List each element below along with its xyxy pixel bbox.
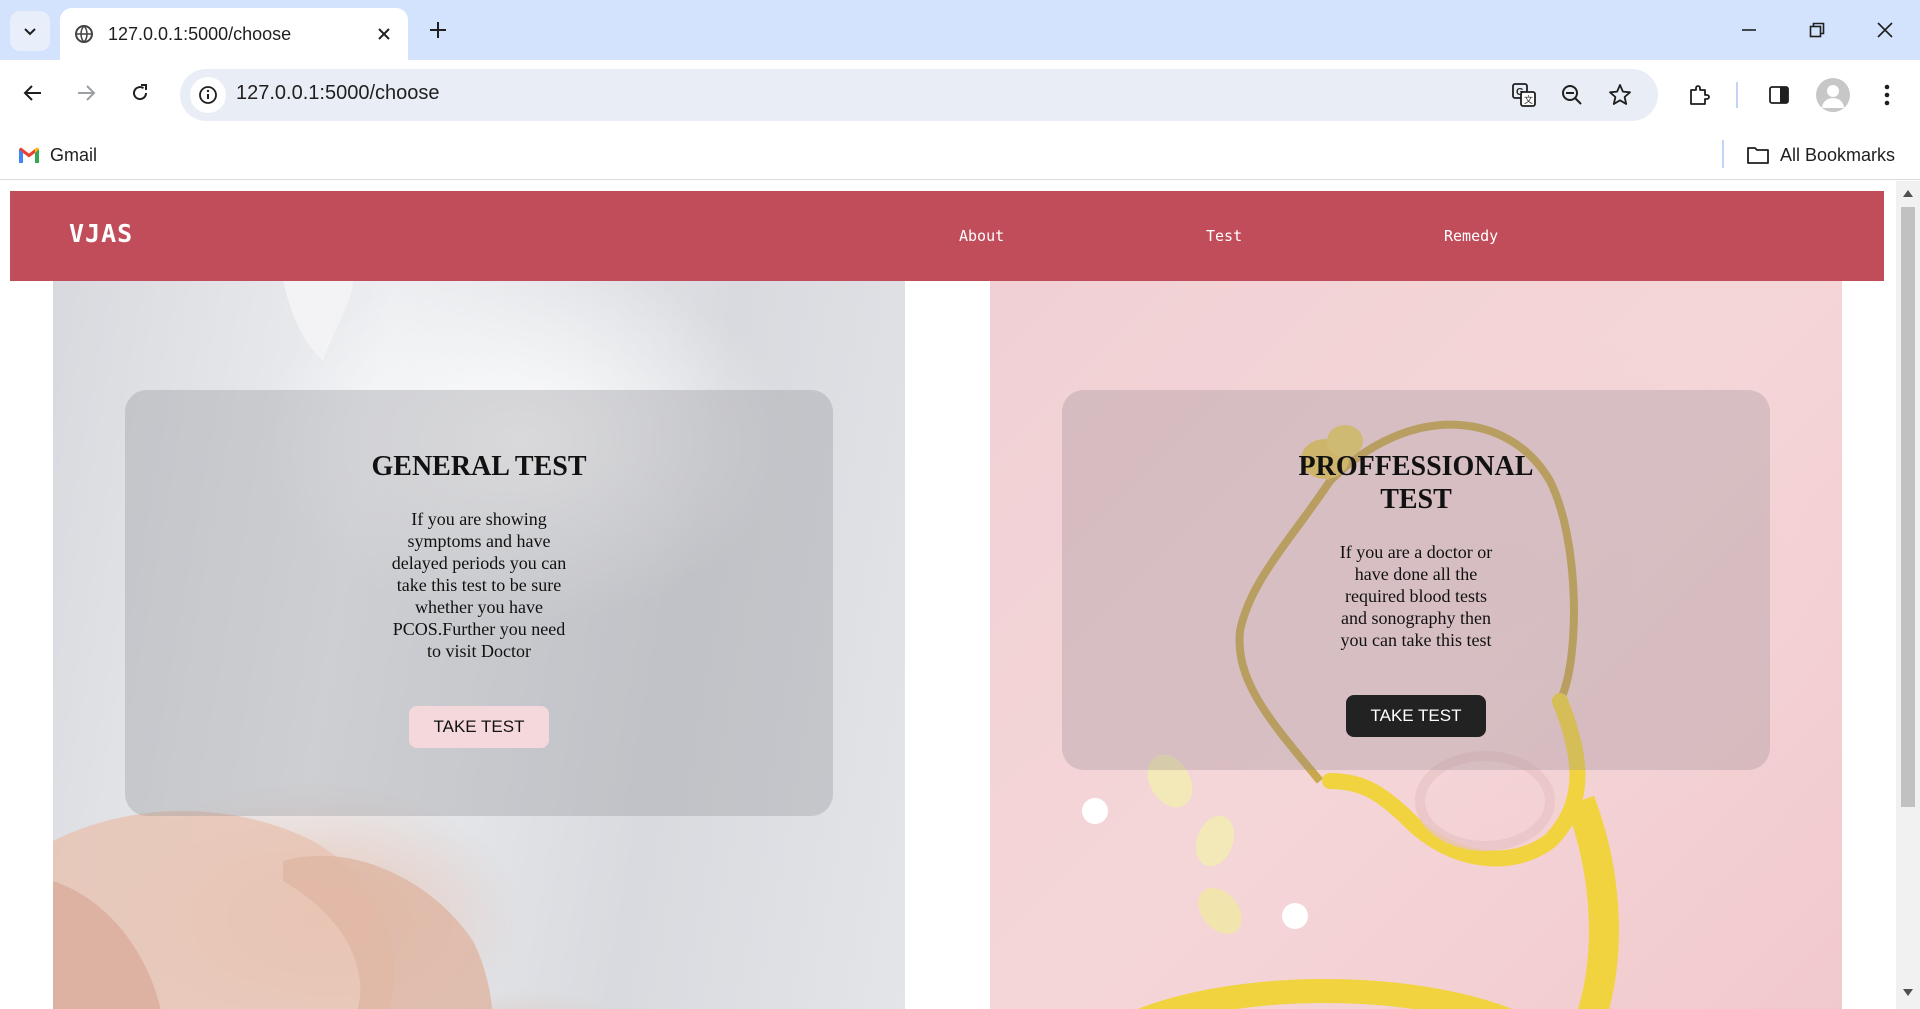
general-test-description: If you are showing symptoms and have del… <box>391 509 567 661</box>
scroll-up-arrow-icon[interactable] <box>1902 187 1914 199</box>
general-take-test-button[interactable]: TAKE TEST <box>409 706 549 748</box>
scrollbar-thumb[interactable] <box>1901 207 1915 807</box>
all-bookmarks-label: All Bookmarks <box>1780 144 1896 165</box>
bookmarks-separator <box>1722 140 1724 168</box>
scroll-down-arrow-icon[interactable] <box>1902 987 1914 999</box>
page-viewport: VJAS About Test Remedy GENERAL TEST If y… <box>0 181 1920 1009</box>
professional-test-description: If you are a doctor or have done all the… <box>1339 542 1493 650</box>
site-header: VJAS About Test Remedy <box>10 191 1884 281</box>
professional-take-test-button[interactable]: TAKE TEST <box>1346 695 1486 737</box>
restore-button[interactable] <box>1792 12 1842 48</box>
translate-icon[interactable]: G文 <box>1508 79 1540 111</box>
general-test-title: GENERAL TEST <box>371 451 587 482</box>
menu-kebab-icon[interactable] <box>1870 78 1904 112</box>
tab-search-button[interactable] <box>10 11 50 51</box>
general-test-card: GENERAL TEST If you are showing symptoms… <box>125 390 833 816</box>
bookmark-gmail-label: Gmail <box>50 144 98 165</box>
restore-icon <box>1809 22 1825 38</box>
tab-title: 127.0.0.1:5000/choose <box>108 23 292 44</box>
tab-strip: 127.0.0.1:5000/choose <box>0 0 1920 60</box>
bookmarks-bar: Gmail All Bookmarks <box>0 130 1920 180</box>
close-icon <box>1877 22 1893 38</box>
profile-avatar[interactable] <box>1816 78 1850 112</box>
chevron-down-icon <box>24 28 36 36</box>
close-window-button[interactable] <box>1860 12 1910 48</box>
professional-test-title: PROFFESSIONAL TEST <box>1298 451 1534 515</box>
professional-test-card: PROFFESSIONAL TEST If you are a doctor o… <box>1062 390 1770 770</box>
forward-button[interactable] <box>66 73 106 113</box>
url-text[interactable]: 127.0.0.1:5000/choose <box>236 82 440 105</box>
bookmark-star-icon[interactable] <box>1604 79 1636 111</box>
site-info-icon[interactable] <box>190 77 226 113</box>
back-arrow-icon <box>23 85 41 101</box>
address-bar[interactable]: 127.0.0.1:5000/choose G文 <box>180 69 1658 121</box>
site-logo[interactable]: VJAS <box>69 219 133 248</box>
back-button[interactable] <box>13 73 53 113</box>
minimize-icon <box>1742 29 1756 31</box>
folder-icon <box>1747 147 1769 164</box>
reload-button[interactable] <box>120 73 160 113</box>
extensions-icon[interactable] <box>1682 78 1716 112</box>
browser-toolbar: 127.0.0.1:5000/choose G文 <box>0 60 1920 130</box>
toolbar-separator <box>1736 82 1738 108</box>
reload-icon <box>133 84 148 101</box>
general-test-panel: GENERAL TEST If you are showing symptoms… <box>53 281 905 1009</box>
minimize-button[interactable] <box>1724 12 1774 48</box>
gmail-icon <box>19 147 39 163</box>
nav-test[interactable]: Test <box>1206 227 1242 245</box>
globe-icon <box>72 22 96 46</box>
new-tab-button[interactable] <box>422 14 454 46</box>
all-bookmarks-button[interactable]: All Bookmarks <box>1746 138 1895 172</box>
bookmark-gmail[interactable]: Gmail <box>18 138 97 172</box>
zoom-out-icon[interactable] <box>1556 79 1588 111</box>
side-panel-icon[interactable] <box>1762 78 1796 112</box>
forward-arrow-icon <box>78 85 96 101</box>
nav-about[interactable]: About <box>959 227 1004 245</box>
close-tab-icon[interactable] <box>370 20 398 48</box>
professional-test-panel: PROFFESSIONAL TEST If you are a doctor o… <box>990 281 1842 1009</box>
svg-text:文: 文 <box>1524 94 1533 106</box>
nav-remedy[interactable]: Remedy <box>1444 227 1498 245</box>
active-tab[interactable]: 127.0.0.1:5000/choose <box>60 8 408 60</box>
page-scrollbar[interactable] <box>1896 181 1920 1009</box>
plus-icon <box>430 22 446 38</box>
